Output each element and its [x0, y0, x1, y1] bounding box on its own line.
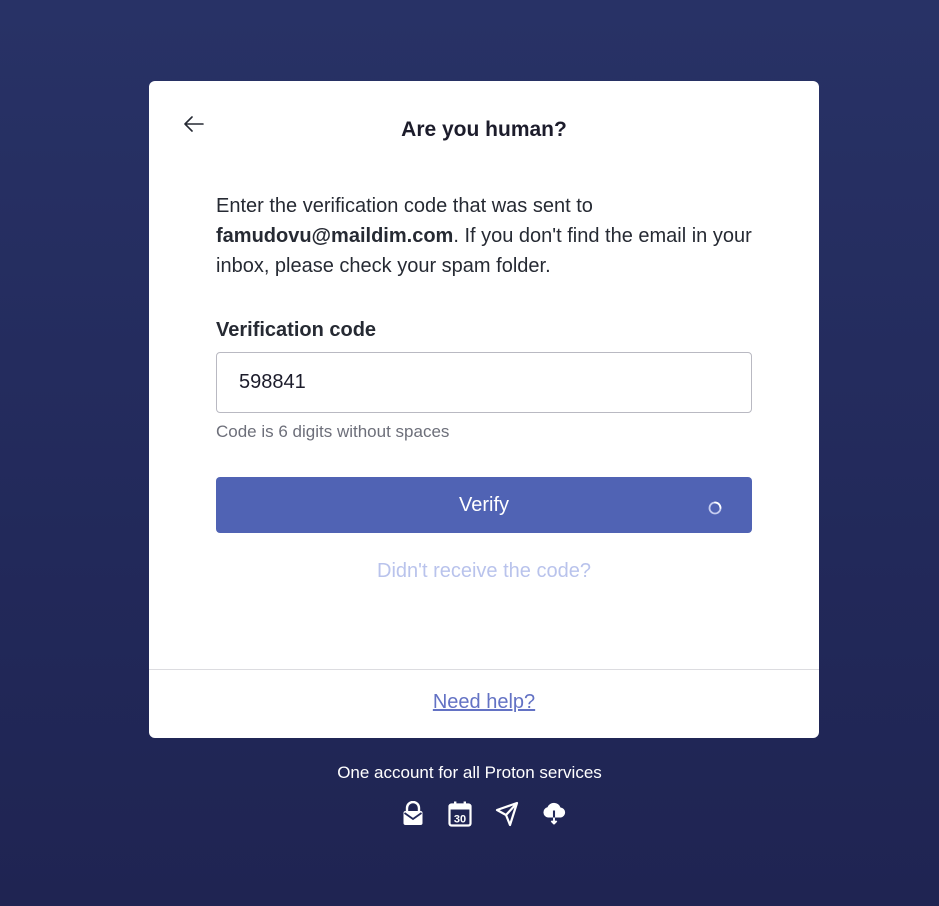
send-icon — [494, 800, 520, 828]
resend-code-link[interactable]: Didn't receive the code? — [216, 560, 752, 583]
calendar-day-number: 30 — [454, 814, 466, 826]
cloud-drive-icon — [541, 800, 567, 828]
verification-code-label: Verification code — [216, 319, 377, 341]
loading-spinner-icon — [708, 498, 722, 515]
help-section: Need help? — [149, 691, 819, 714]
intro-text-before: Enter the verification code that was sen… — [216, 195, 593, 217]
calendar-icon: 30 — [447, 800, 473, 828]
code-hint: Code is 6 digits without spaces — [216, 422, 450, 441]
proton-services-icons: 30 — [400, 799, 570, 829]
verify-button-label: Verify — [458, 493, 510, 516]
verification-code-input[interactable] — [216, 352, 752, 413]
intro-text: Enter the verification code that was sen… — [216, 191, 752, 281]
form-content: Enter the verification code that was sen… — [216, 191, 752, 583]
page-title: Are you human? — [401, 118, 567, 141]
verification-card: Are you human? Enter the verification co… — [149, 81, 819, 738]
card-divider — [149, 669, 819, 670]
verify-button[interactable]: Verify — [216, 477, 752, 533]
mail-lock-icon — [400, 800, 426, 828]
email-address: famudovu@maildim.com — [216, 225, 454, 247]
footer-tagline: One account for all Proton services — [337, 763, 602, 782]
need-help-link[interactable]: Need help? — [433, 691, 535, 713]
